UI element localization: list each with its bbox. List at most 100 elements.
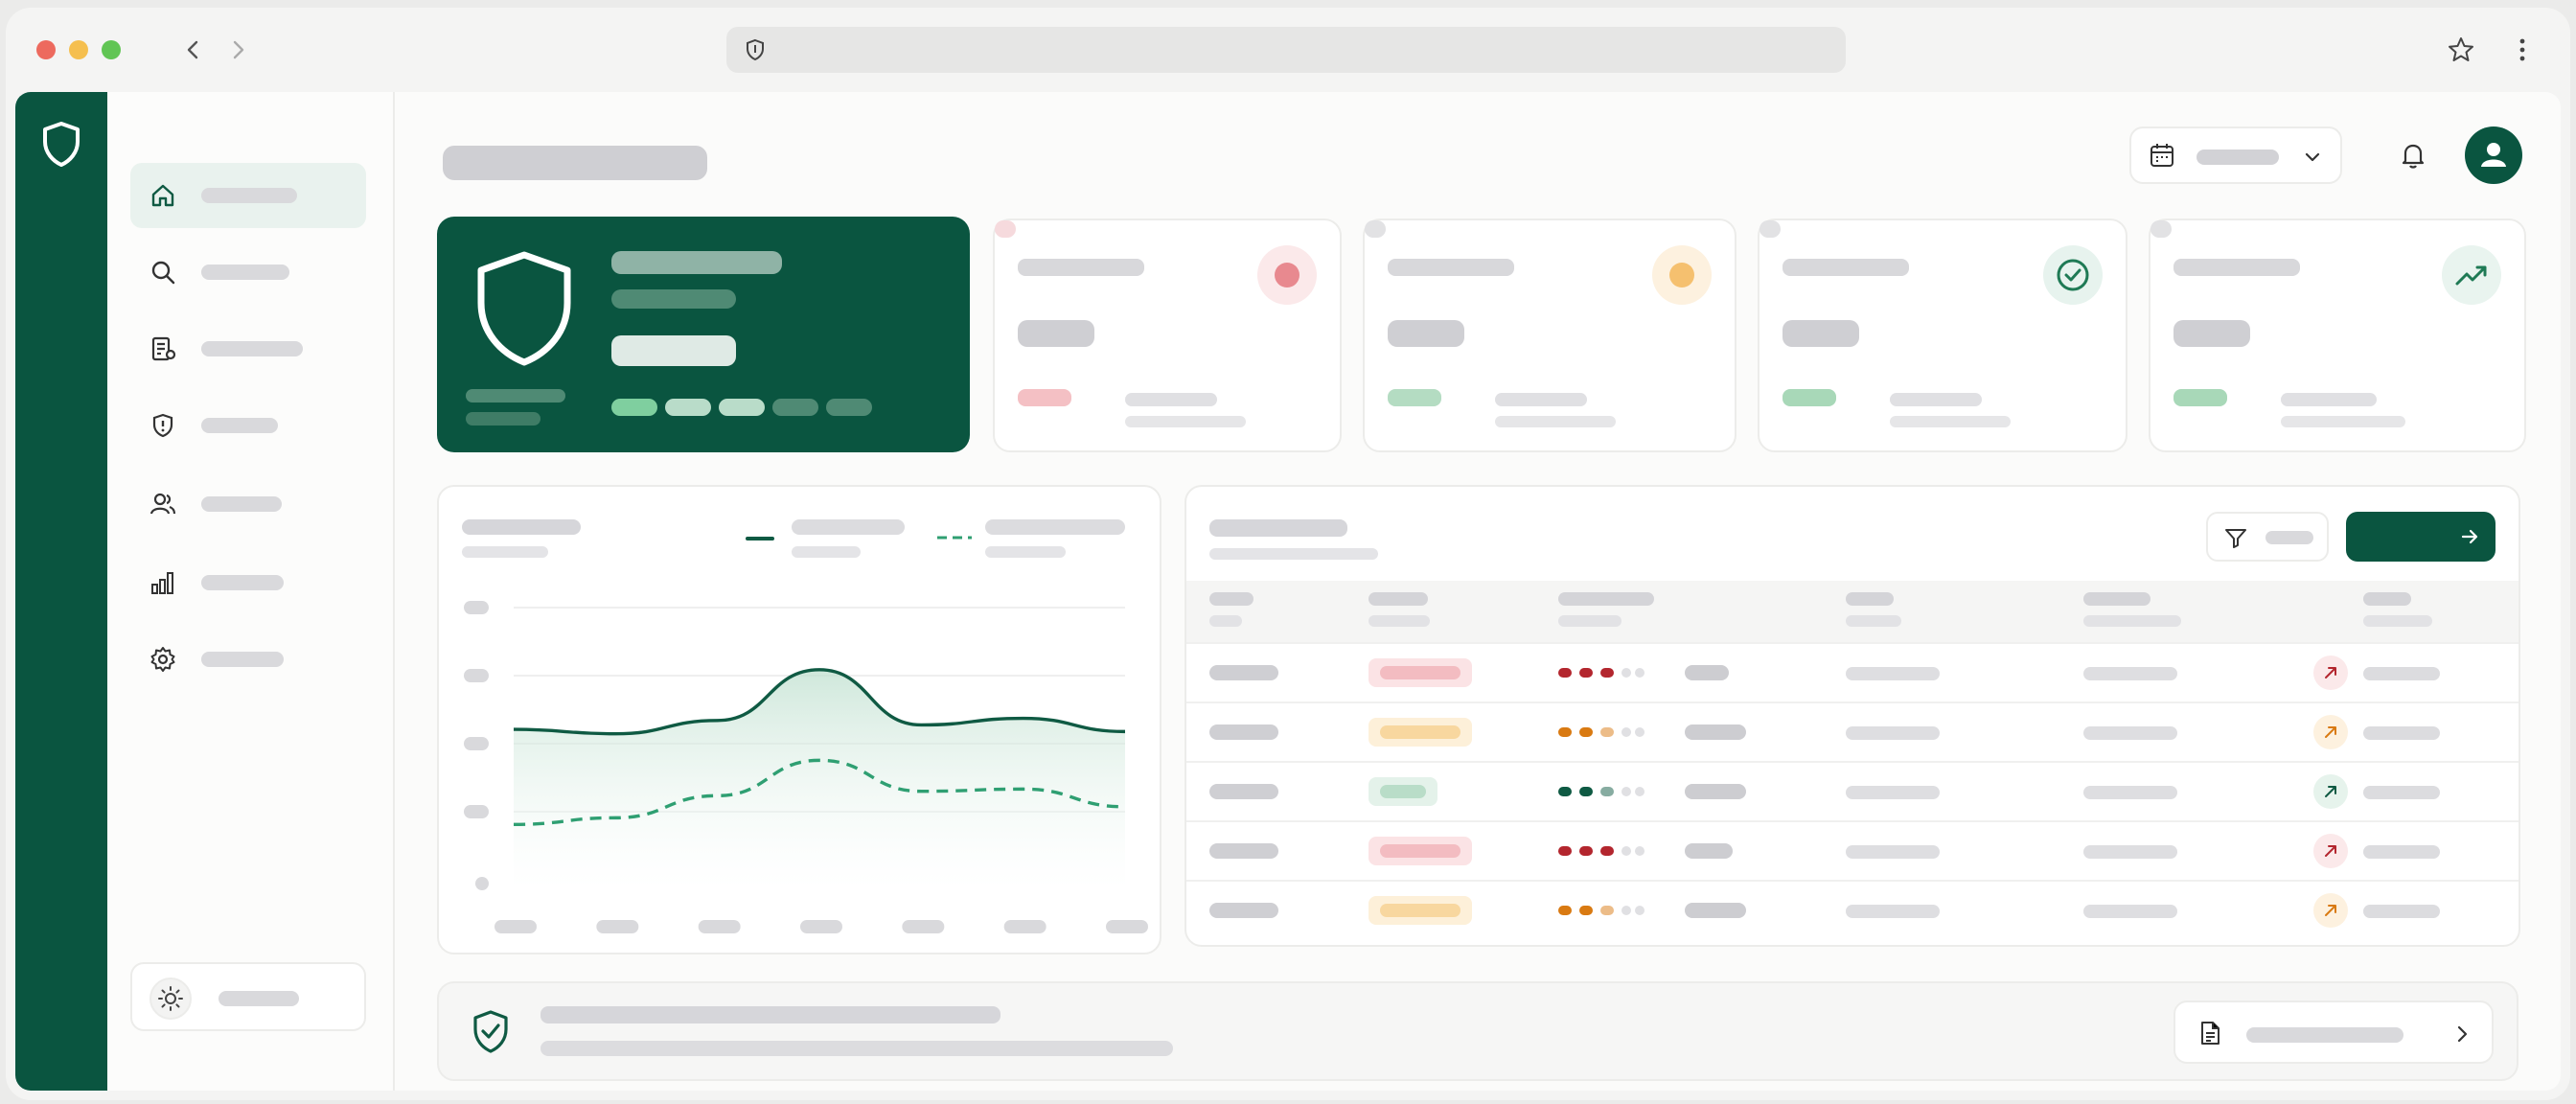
filter-button[interactable] xyxy=(2206,512,2329,562)
stat-card-delta xyxy=(1388,389,1441,406)
severity-dot xyxy=(1579,668,1593,678)
chevron-left-icon[interactable] xyxy=(182,38,205,61)
shield-icon xyxy=(747,38,764,61)
severity-dot xyxy=(1622,846,1631,856)
column-header-sub xyxy=(1558,615,1622,627)
filter-icon xyxy=(2225,529,2246,548)
row-id xyxy=(1209,843,1278,859)
sidebar-item-label xyxy=(201,418,278,433)
x-tick-label xyxy=(1106,920,1148,933)
table-row[interactable] xyxy=(1186,880,2518,939)
arrow-up-right-icon xyxy=(2325,667,2336,678)
stat-card[interactable] xyxy=(1758,218,2128,452)
series-area xyxy=(514,669,1125,889)
sidebar-item-home[interactable] xyxy=(130,163,366,228)
sidebar-item-label xyxy=(201,575,284,590)
shield-icon[interactable] xyxy=(40,121,82,169)
view-all-button[interactable] xyxy=(2346,512,2496,562)
progress-segment xyxy=(665,399,711,416)
row-id xyxy=(1209,724,1278,740)
stat-card-delta xyxy=(2174,389,2227,406)
row-date xyxy=(2083,726,2177,740)
sidebar xyxy=(107,92,395,1091)
asset-tag xyxy=(1685,724,1746,740)
x-tick-label xyxy=(698,920,741,933)
table-row[interactable] xyxy=(1186,761,2518,820)
table-row[interactable] xyxy=(1186,642,2518,702)
sidebar-item-users[interactable] xyxy=(130,472,366,537)
star-icon[interactable] xyxy=(2446,34,2476,65)
main-area xyxy=(397,92,2561,1091)
security-score-card[interactable] xyxy=(437,217,970,452)
hero-score-badge xyxy=(611,335,736,366)
stat-card[interactable] xyxy=(1363,218,1736,452)
status-pill-label xyxy=(1380,904,1460,917)
table-row[interactable] xyxy=(1186,820,2518,880)
severity-dot xyxy=(1600,727,1614,737)
maximize-window-button[interactable] xyxy=(102,40,121,59)
trend-indicator xyxy=(2313,774,2348,809)
severity-dot xyxy=(1635,906,1644,915)
close-window-button[interactable] xyxy=(36,40,56,59)
bell-icon[interactable] xyxy=(2398,140,2428,171)
column-header-sub xyxy=(2363,615,2432,627)
sidebar-item-threats[interactable] xyxy=(130,393,366,458)
stat-card-caption xyxy=(1495,393,1587,406)
stat-card[interactable] xyxy=(993,218,1342,452)
minimize-window-button[interactable] xyxy=(69,40,88,59)
shield-check-icon xyxy=(473,1010,508,1053)
table-row[interactable] xyxy=(1186,702,2518,761)
stat-card-title xyxy=(1018,259,1144,276)
sidebar-item-search[interactable] xyxy=(130,240,366,305)
row-date xyxy=(2083,845,2177,859)
stat-card-delta xyxy=(1782,389,1836,406)
row-date xyxy=(2083,786,2177,799)
trend-value xyxy=(2363,845,2440,859)
trend-value xyxy=(2363,786,2440,799)
chevron-right-icon[interactable] xyxy=(226,38,249,61)
shield-alert-icon xyxy=(152,413,173,438)
column-header xyxy=(1846,592,1894,606)
x-tick-label xyxy=(800,920,842,933)
severity-dot xyxy=(1622,727,1631,737)
bar-chart-icon xyxy=(151,572,173,594)
date-range-label xyxy=(2196,150,2279,165)
hero-title xyxy=(611,251,782,274)
trend-indicator xyxy=(2313,715,2348,749)
page-title xyxy=(443,146,707,180)
home-icon xyxy=(151,184,174,207)
stat-card-value xyxy=(1782,320,1859,347)
row-category xyxy=(1846,905,1940,918)
date-range-select[interactable] xyxy=(2129,126,2342,184)
chevron-right-icon xyxy=(2457,1025,2468,1043)
view-report-button[interactable] xyxy=(2174,1000,2494,1064)
theme-toggle[interactable] xyxy=(130,962,366,1031)
row-id xyxy=(1209,665,1278,680)
banner-description xyxy=(540,1041,1173,1056)
sidebar-item-reports[interactable] xyxy=(130,316,366,381)
asset-tag xyxy=(1685,665,1729,680)
column-header xyxy=(2363,592,2411,606)
y-tick-label xyxy=(464,737,489,750)
browser-toolbar xyxy=(6,8,2570,92)
sidebar-item-analytics[interactable] xyxy=(130,550,366,615)
sidebar-item-settings[interactable] xyxy=(130,627,366,692)
arrow-up-right-icon xyxy=(2325,726,2336,738)
avatar[interactable] xyxy=(2465,126,2522,184)
hero-subtitle xyxy=(611,289,736,309)
kebab-menu-icon[interactable] xyxy=(2507,34,2538,65)
search-icon xyxy=(151,261,175,285)
row-id xyxy=(1209,903,1278,918)
severity-dot xyxy=(1579,906,1593,915)
stat-card[interactable] xyxy=(2149,218,2526,452)
address-bar[interactable] xyxy=(726,27,1846,73)
severity-dot xyxy=(1558,846,1572,856)
stat-card-delta-dot xyxy=(2150,220,2172,238)
gear-icon xyxy=(150,647,175,672)
y-tick-label xyxy=(464,601,489,614)
stat-card-caption-sub xyxy=(1890,416,2011,427)
theme-toggle-circle xyxy=(150,978,192,1020)
severity-dot xyxy=(1622,906,1631,915)
stat-card-delta-dot xyxy=(995,220,1016,238)
row-category xyxy=(1846,786,1940,799)
